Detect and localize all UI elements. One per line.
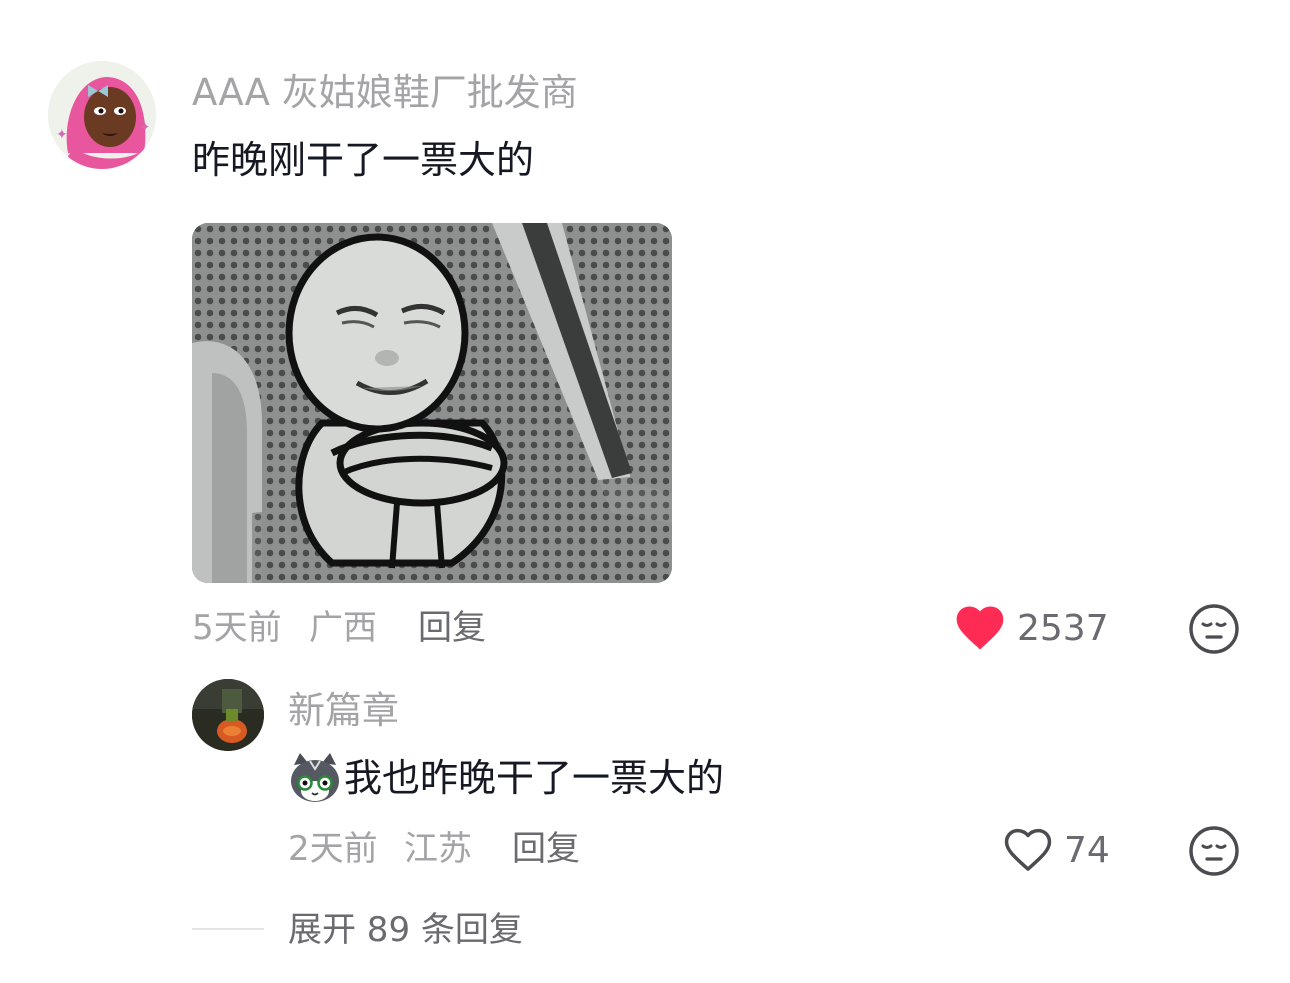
comment-like-count: 2537 — [1017, 608, 1109, 649]
expand-replies-button[interactable]: 展开 89 条回复 — [288, 910, 523, 950]
meme-sad-figure-on-bench — [192, 223, 672, 583]
commenter-avatar[interactable]: ✦ ✦ — [48, 61, 156, 169]
heart-outline-icon — [1004, 828, 1052, 871]
comment-text: 昨晚刚干了一票大的 — [192, 138, 535, 182]
avatar-dark-photo — [192, 679, 264, 751]
svg-text:✦: ✦ — [140, 120, 150, 134]
reply-like-count: 74 — [1064, 830, 1110, 871]
svg-text:✦: ✦ — [56, 127, 68, 143]
comment-timestamp: 5天前 — [192, 608, 282, 648]
reply-like-button[interactable] — [1000, 822, 1056, 878]
reply-avatar[interactable] — [192, 679, 264, 751]
cat-emoji-icon — [288, 751, 342, 805]
expand-divider — [192, 928, 264, 930]
comment-reply-button[interactable]: 回复 — [418, 608, 486, 648]
comment-dislike-button[interactable] — [1188, 603, 1240, 655]
commenter-username[interactable]: AAA 灰姑娘鞋厂批发商 — [192, 71, 578, 115]
reply-username[interactable]: 新篇章 — [288, 689, 399, 733]
comment-meme-image[interactable] — [192, 223, 672, 583]
meh-face-icon — [1189, 826, 1239, 876]
comment-location: 广西 — [309, 608, 377, 648]
reply-timestamp: 2天前 — [288, 829, 378, 869]
comment-thread: ✦ ✦ AAA 灰姑娘鞋厂批发商 昨晚刚干了一票大的 5天前 广西 回复 253… — [0, 0, 1290, 983]
reply-dislike-button[interactable] — [1188, 825, 1240, 877]
avatar-cartoon-girl: ✦ ✦ — [48, 61, 156, 169]
heart-filled-icon — [956, 606, 1004, 650]
reply-content: 我也昨晚干了一票大的 — [288, 750, 724, 806]
reply-reply-button[interactable]: 回复 — [512, 829, 580, 869]
comment-like-button[interactable] — [952, 600, 1008, 656]
reply-text: 我也昨晚干了一票大的 — [344, 756, 725, 800]
reply-location: 江苏 — [404, 829, 472, 869]
meh-face-icon — [1189, 604, 1239, 654]
